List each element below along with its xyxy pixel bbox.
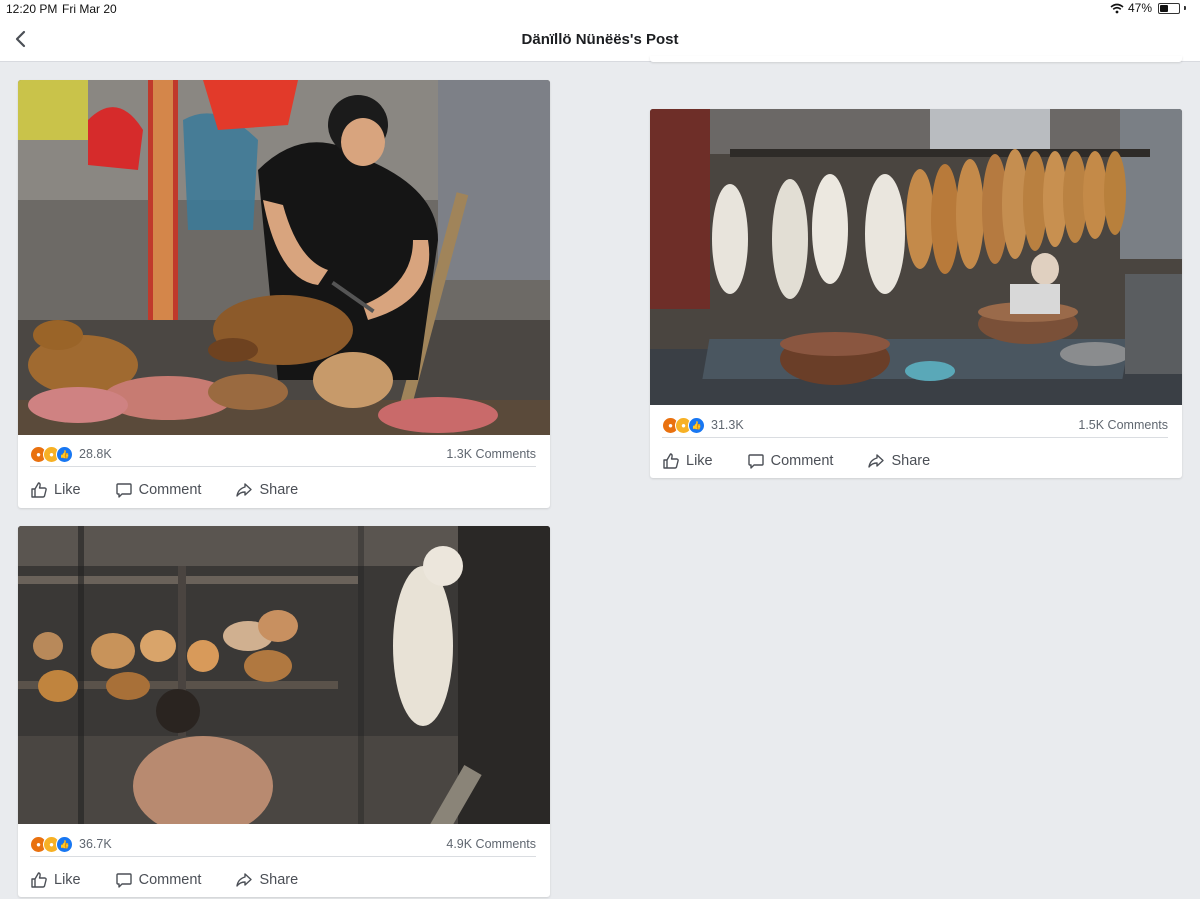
reactions-summary[interactable]: ● ● 👍 36.7K [30, 835, 112, 853]
share-button[interactable]: Share [867, 452, 930, 470]
like-label: Like [54, 872, 81, 888]
wifi-icon [1110, 3, 1124, 13]
share-button[interactable]: Share [235, 871, 298, 889]
comment-icon [115, 483, 132, 498]
battery-tip [1184, 6, 1186, 10]
comment-count[interactable]: 4.9K Comments [446, 837, 536, 851]
battery-percent: 47% [1127, 1, 1152, 15]
comment-button[interactable]: Comment [115, 871, 202, 889]
post-actions: Like Comment Share [662, 445, 1168, 477]
battery-icon [1158, 2, 1180, 14]
like-button[interactable]: Like [662, 452, 713, 470]
comment-count[interactable]: 1.5K Comments [1078, 418, 1168, 432]
post-card: ● ● 👍 28.8K 1.3K Comments Like Comment S… [18, 80, 550, 508]
reaction-icons: ● ● 👍 [662, 416, 705, 434]
share-icon [868, 454, 885, 468]
battery-fill [1160, 4, 1169, 12]
comment-label: Comment [138, 482, 202, 498]
post-photo[interactable] [18, 80, 550, 435]
thumbs-up-icon [663, 453, 679, 469]
status-bar: 12:20 PM Fri Mar 20 47% [0, 0, 1200, 18]
like-icon: 👍 [56, 445, 73, 463]
like-label: Like [686, 453, 713, 469]
share-label: Share [891, 453, 931, 469]
reactions-summary[interactable]: ● ● 👍 31.3K [662, 416, 744, 434]
status-indicators: 47% [1110, 1, 1186, 15]
comment-button[interactable]: Comment [115, 481, 202, 499]
post-photo[interactable] [650, 109, 1182, 405]
post-stats: ● ● 👍 36.7K 4.9K Comments [30, 832, 536, 857]
share-label: Share [259, 482, 299, 498]
reaction-icons: ● ● 👍 [30, 835, 73, 853]
like-button[interactable]: Like [30, 481, 81, 499]
thumbs-up-icon [31, 482, 47, 498]
comment-label: Comment [138, 872, 202, 888]
post-card: ● ● 👍 31.3K 1.5K Comments Like Comment S… [650, 109, 1182, 478]
like-icon: 👍 [688, 416, 705, 434]
reaction-count: 28.8K [79, 447, 112, 461]
previous-card-edge [650, 56, 1182, 62]
like-icon: 👍 [56, 835, 73, 853]
comment-icon [747, 454, 764, 469]
share-label: Share [259, 872, 299, 888]
page-title: Dänïllö Nünëës's Post [521, 31, 679, 48]
post-stats: ● ● 👍 31.3K 1.5K Comments [662, 413, 1168, 438]
share-icon [236, 873, 253, 887]
like-button[interactable]: Like [30, 871, 81, 889]
reaction-count: 36.7K [79, 837, 112, 851]
status-time: 12:20 PM [6, 2, 58, 16]
post-actions: Like Comment Share [30, 864, 536, 896]
reaction-count: 31.3K [711, 418, 744, 432]
comment-button[interactable]: Comment [747, 452, 834, 470]
reactions-summary[interactable]: ● ● 👍 28.8K [30, 445, 112, 463]
share-icon [236, 483, 253, 497]
thumbs-up-icon [31, 872, 47, 888]
comment-icon [115, 873, 132, 888]
status-date: Fri Mar 20 [62, 2, 117, 16]
like-label: Like [54, 482, 81, 498]
reaction-icons: ● ● 👍 [30, 445, 73, 463]
comment-count[interactable]: 1.3K Comments [446, 447, 536, 461]
post-card: ● ● 👍 36.7K 4.9K Comments Like Comment S… [18, 526, 550, 897]
post-stats: ● ● 👍 28.8K 1.3K Comments [30, 442, 536, 467]
post-photo[interactable] [18, 526, 550, 824]
post-actions: Like Comment Share [30, 474, 536, 506]
share-button[interactable]: Share [235, 481, 298, 499]
comment-label: Comment [770, 453, 834, 469]
